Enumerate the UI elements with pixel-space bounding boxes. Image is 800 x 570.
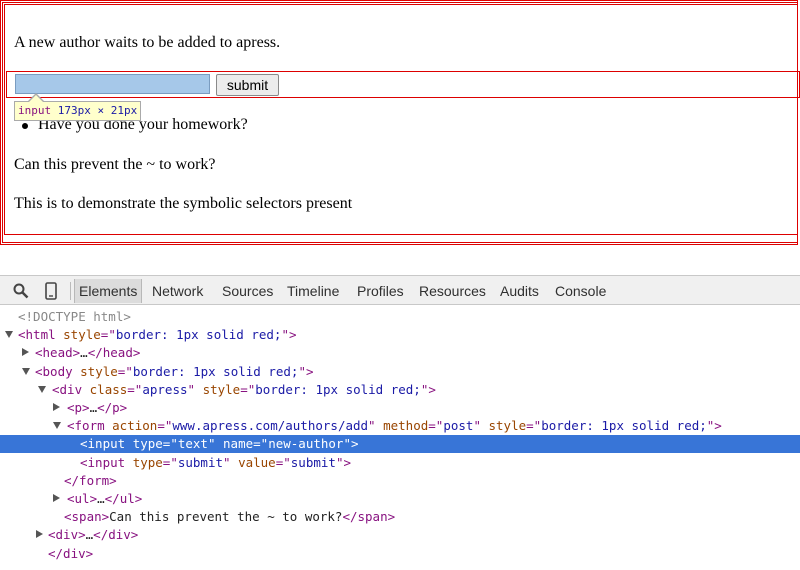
dom-node-markup: <!DOCTYPE html> [18,309,131,324]
dom-node-line[interactable]: <head>…</head> [0,344,800,362]
device-mode-icon[interactable] [42,282,60,300]
tab-console[interactable]: Console [551,279,610,303]
dom-node-markup: <html style="border: 1px solid red;"> [18,327,297,343]
dom-node-markup: <ul>…</ul> [67,491,143,506]
author-paragraph: A new author waits to be added to apress… [14,34,281,51]
dom-node-line[interactable]: <div class="apress" style="border: 1px s… [0,381,800,399]
symbolic-paragraph: This is to demonstrate the symbolic sele… [14,195,353,212]
dom-node-line[interactable]: <div>…</div> [0,526,800,544]
toolbar-divider [70,282,71,300]
collapsed-triangle-icon[interactable] [53,494,60,502]
new-author-input[interactable] [15,74,210,94]
dom-node-line[interactable]: <ul>…</ul> [0,490,800,508]
tab-audits[interactable]: Audits [496,279,543,303]
dom-node-line[interactable]: <input type="submit" value="submit"> [0,454,800,472]
element-size-tooltip: input 173px × 21px [14,101,142,121]
submit-button[interactable]: submit [216,74,279,96]
dom-node-line[interactable]: <form action="www.apress.com/authors/add… [0,417,800,435]
expand-triangle-icon[interactable] [38,385,46,393]
dom-node-markup: <form action="www.apress.com/authors/add… [67,418,722,434]
dom-node-line[interactable]: <html style="border: 1px solid red;"> [0,326,800,344]
collapsed-triangle-icon[interactable] [53,403,60,411]
tab-resources[interactable]: Resources [415,279,490,303]
tooltip-dimensions: 173px × 21px [57,104,138,117]
expand-triangle-icon[interactable] [53,422,61,430]
tab-profiles[interactable]: Profiles [353,279,408,303]
dom-node-line[interactable]: </div> [0,545,800,563]
search-icon[interactable] [12,282,30,300]
dom-node-markup: </form> [64,472,117,488]
tooltip-tag: input [18,104,52,117]
dom-node-line[interactable]: <!DOCTYPE html> [0,308,800,326]
tab-timeline[interactable]: Timeline [283,279,343,303]
expand-triangle-icon[interactable] [22,367,30,375]
dom-node-markup: <input type="text" name="new-author"> [80,436,359,452]
tab-sources[interactable]: Sources [218,279,277,303]
tab-elements[interactable]: Elements [74,279,143,303]
dom-node-line[interactable]: <input type="text" name="new-author"> [0,435,800,454]
dom-node-line[interactable]: <p>…</p> [0,399,800,417]
dom-node-markup: <input type="submit" value="submit"> [80,454,351,470]
bullet-icon [22,123,28,129]
tooltip-arrow-fill [29,95,43,102]
dom-node-markup: <div class="apress" style="border: 1px s… [52,381,436,397]
span-text: Can this prevent the ~ to work? [14,156,216,173]
expand-triangle-icon[interactable] [5,331,13,339]
collapsed-triangle-icon[interactable] [36,530,43,539]
dom-node-markup: <body style="border: 1px solid red;"> [35,363,314,379]
devtools-toolbar: Elements Network Sources Timeline Profiles Re… [0,275,800,305]
dom-node-markup: <span>Can this prevent the ~ to work?</s… [64,509,396,525]
dom-node-markup: <head>…</head> [35,345,141,361]
dom-node-line[interactable]: </form> [0,472,800,490]
dom-node-markup: </div> [48,545,94,561]
dom-node-markup: <p>…</p> [67,400,128,415]
dom-node-line[interactable]: <body style="border: 1px solid red;"> [0,363,800,381]
dom-node-markup: <div>…</div> [48,527,139,543]
devtools-panel: Elements Network Sources Timeline Profiles Re… [0,275,800,570]
dom-node-line[interactable]: <span>Can this prevent the ~ to work?</s… [0,508,800,526]
tab-network[interactable]: Network [148,279,207,303]
collapsed-triangle-icon[interactable] [22,348,29,357]
